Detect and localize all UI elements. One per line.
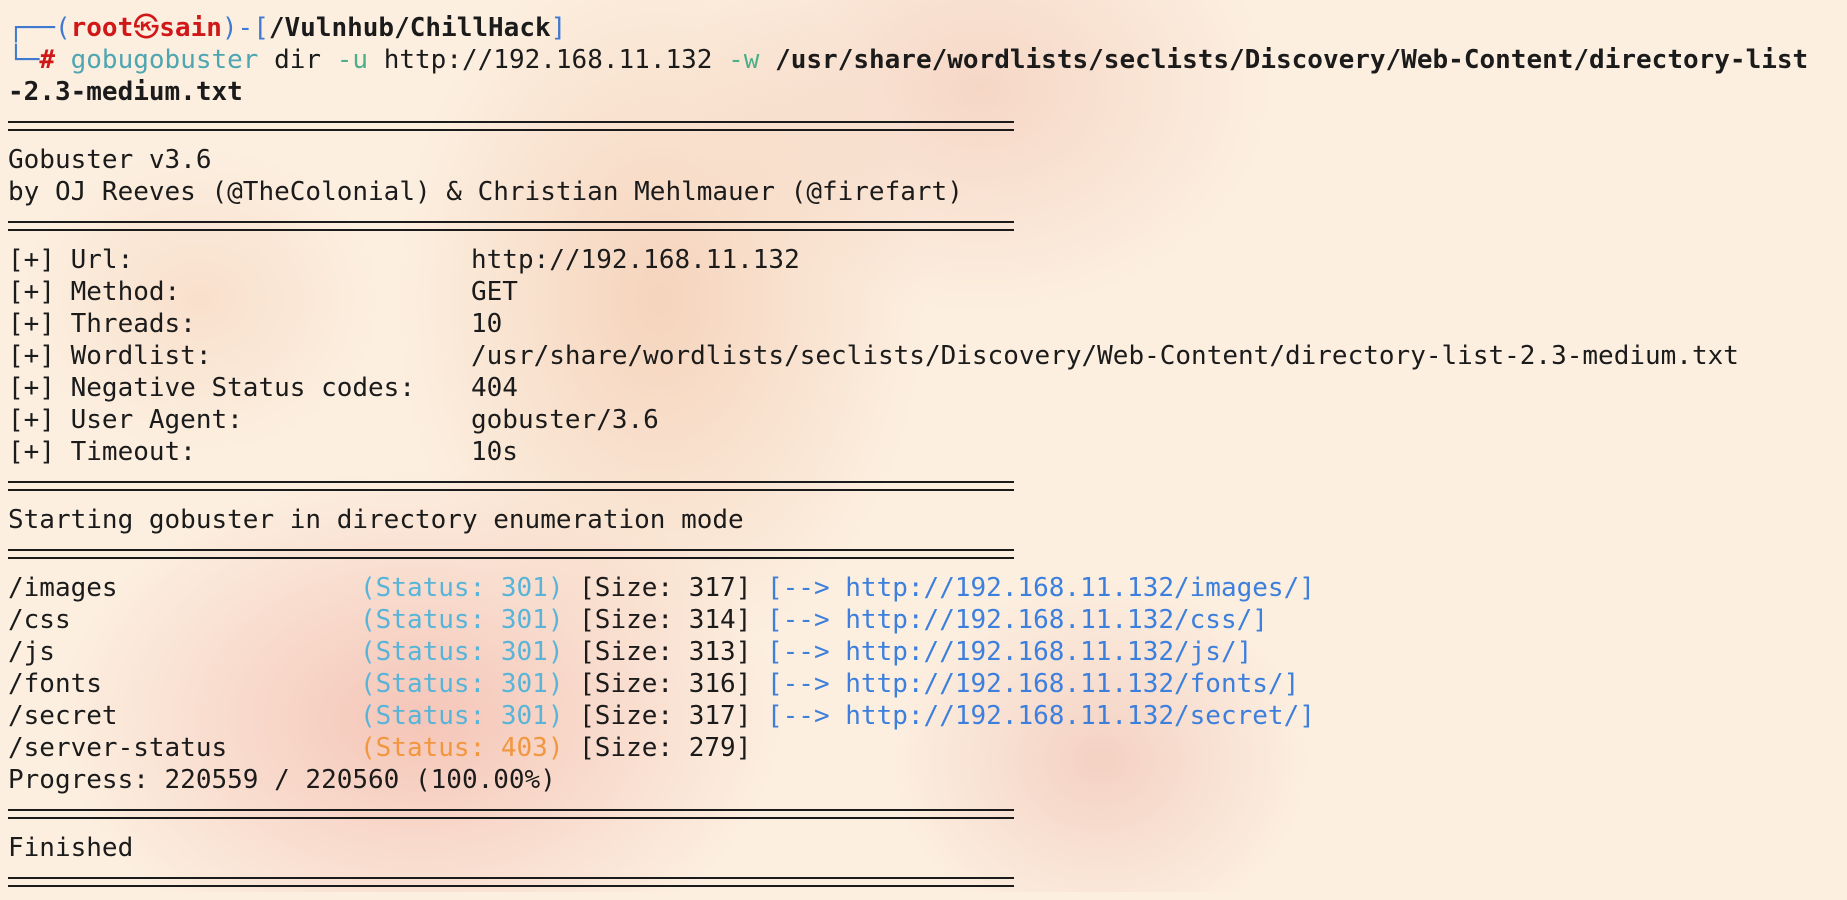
result-status: (Status: 403) [360, 733, 564, 763]
redirect-arrow-icon: [--> [767, 637, 830, 667]
config-row: [+] Negative Status codes: 404 [8, 372, 1847, 404]
config-value: GET [471, 277, 518, 307]
prompt-hash: # [39, 45, 55, 75]
command-line: └─# gobugobuster dir -u http://192.168.1… [8, 45, 1809, 75]
config-row: [+] Method: GET [8, 276, 1847, 308]
command-wordlist: /usr/share/wordlists/seclists/Discovery/… [775, 45, 1809, 75]
result-path: /fonts [8, 669, 102, 699]
banner-version: Gobuster v3.6 [8, 145, 212, 175]
redirect-arrow-icon: [--> [767, 701, 830, 731]
separator [8, 549, 1014, 559]
config-row: [+] Threads: 10 [8, 308, 1847, 340]
command-binary: gobugobuster [70, 45, 259, 75]
result-status: (Status: 301) [360, 573, 564, 603]
result-size: [Size: 313] [579, 637, 752, 667]
result-row: /secret (Status: 301) [Size: 317] [--> ht… [8, 700, 1847, 732]
result-path: /server-status [8, 733, 228, 763]
redirect-arrow-icon: [--> [767, 605, 830, 635]
result-size: [Size: 317] [579, 573, 752, 603]
separator [8, 877, 1014, 887]
result-path: /secret [8, 701, 118, 731]
result-redirect[interactable]: http://192.168.11.132/js/] [845, 636, 1252, 668]
config-key: [+] Method: [8, 277, 181, 307]
config-value: /usr/share/wordlists/seclists/Discovery/… [471, 341, 1739, 371]
result-size: [Size: 316] [579, 669, 752, 699]
prompt-corner: ┌── [8, 13, 55, 43]
config-key: [+] Timeout: [8, 437, 196, 467]
separator [8, 221, 1014, 231]
result-size: [Size: 317] [579, 701, 752, 731]
result-redirect[interactable]: http://192.168.11.132/fonts/] [845, 668, 1299, 700]
result-redirect[interactable]: http://192.168.11.132/images/] [845, 572, 1315, 604]
progress-line: Progress: 220559 / 220560 (100.00%) [8, 765, 556, 795]
config-value: 10s [471, 437, 518, 467]
result-size: [Size: 279] [579, 733, 752, 763]
config-value: 10 [471, 309, 503, 339]
prompt-host: sain [159, 13, 222, 43]
prompt-cwd: /Vulnhub/ChillHack [268, 13, 551, 43]
result-redirect[interactable]: http://192.168.11.132/css/] [845, 604, 1268, 636]
config-value: 404 [471, 373, 518, 403]
result-row: /images (Status: 301) [Size: 317] [--> ht… [8, 572, 1847, 604]
skull-icon: ㉿ [133, 13, 160, 43]
result-redirect[interactable]: http://192.168.11.132/secret/] [845, 700, 1315, 732]
separator [8, 809, 1014, 819]
config-key: [+] Url: [8, 245, 134, 275]
separator [8, 121, 1014, 131]
result-path: /js [8, 637, 55, 667]
result-path: /css [8, 605, 71, 635]
finished-message: Finished [8, 833, 134, 863]
result-row: /fonts (Status: 301) [Size: 316] [--> htt… [8, 668, 1847, 700]
config-key: [+] Threads: [8, 309, 196, 339]
prompt-user: root [70, 13, 134, 43]
results-list: /images (Status: 301) [Size: 317] [--> ht… [8, 572, 1847, 764]
separator [8, 481, 1014, 491]
banner-authors: by OJ Reeves (@TheColonial) & Christian … [8, 177, 963, 207]
result-status: (Status: 301) [360, 605, 564, 635]
result-size: [Size: 314] [579, 605, 752, 635]
terminal-output[interactable]: ┌──(root㉿sain)-[/Vulnhub/ChillHack] └─# … [8, 12, 1847, 900]
result-status: (Status: 301) [360, 669, 564, 699]
command-url: http://192.168.11.132 [383, 45, 713, 75]
config-value: gobuster/3.6 [471, 405, 659, 435]
result-row: /server-status (Status: 403) [Size: 279] [8, 732, 1847, 764]
config-key: [+] Wordlist: [8, 341, 212, 371]
result-status: (Status: 301) [360, 701, 564, 731]
config-row: [+] Timeout: 10s [8, 436, 1847, 468]
command-wordlist-wrap: -2.3-medium.txt [8, 77, 243, 107]
prompt-line: ┌──(root㉿sain)-[/Vulnhub/ChillHack] [8, 13, 567, 43]
config-block: [+] Url: http://192.168.11.132 [+] Method… [8, 244, 1847, 468]
redirect-arrow-icon: [--> [767, 573, 830, 603]
redirect-arrow-icon: [--> [767, 669, 830, 699]
config-key: [+] Negative Status codes: [8, 373, 415, 403]
result-row: /css (Status: 301) [Size: 314] [--> http:… [8, 604, 1847, 636]
config-row: [+] User Agent: gobuster/3.6 [8, 404, 1847, 436]
result-path: /images [8, 573, 118, 603]
config-row: [+] Wordlist: /usr/share/wordlists/seclis… [8, 340, 1847, 372]
config-value: http://192.168.11.132 [471, 245, 800, 275]
config-row: [+] Url: http://192.168.11.132 [8, 244, 1847, 276]
result-row: /js (Status: 301) [Size: 313] [--> http:/… [8, 636, 1847, 668]
result-status: (Status: 301) [360, 637, 564, 667]
config-key: [+] User Agent: [8, 405, 243, 435]
start-message: Starting gobuster in directory enumerati… [8, 505, 744, 535]
